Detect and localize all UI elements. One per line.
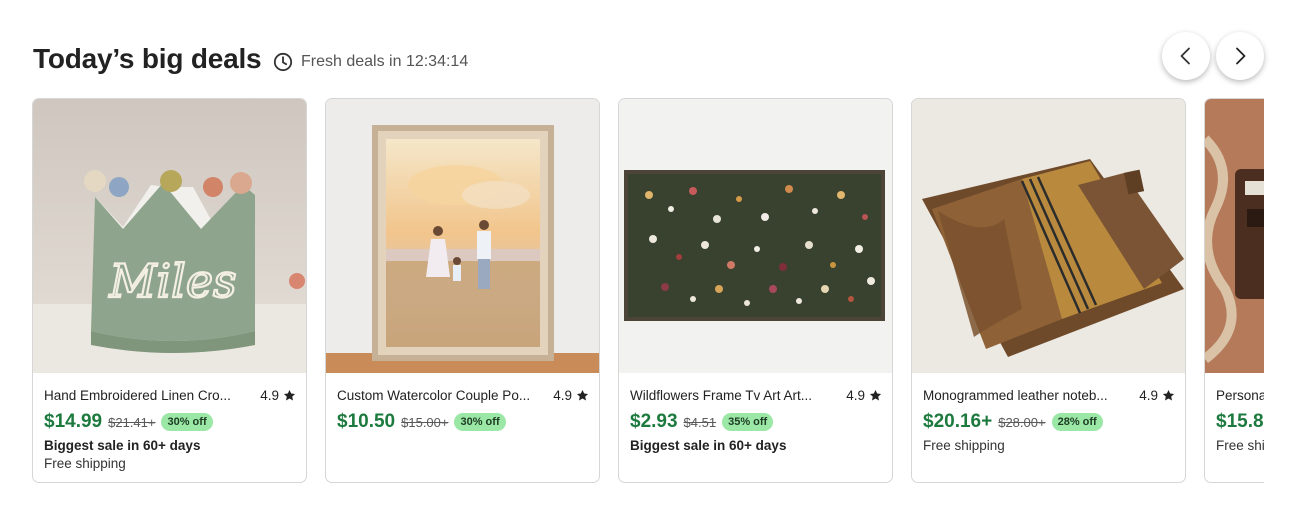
original-price: $15.00+ xyxy=(401,414,449,430)
discount-badge: 28% off xyxy=(1051,413,1103,431)
sale-price: $10.50 xyxy=(337,411,396,432)
wildflowers-art-image xyxy=(619,99,892,373)
star-icon xyxy=(869,389,882,400)
product-image xyxy=(619,99,892,373)
image-embroidery-text: Miles xyxy=(108,254,236,308)
original-price: $4.51 xyxy=(683,414,717,430)
leather-notebook-image xyxy=(912,99,1185,373)
product-image xyxy=(326,99,599,373)
shipping-info: Free shipping xyxy=(923,438,1005,453)
clock-icon xyxy=(273,52,293,72)
sale-price: $20.16+ xyxy=(923,411,993,432)
timer-text: Fresh deals in 12:34:14 xyxy=(301,53,469,70)
product-card[interactable]: Monogrammed leather noteb... 4.9 $20.16+… xyxy=(911,98,1186,483)
next-button[interactable] xyxy=(1216,32,1264,80)
rating-value: 4.9 xyxy=(553,387,572,403)
product-title[interactable]: Persona xyxy=(1216,388,1264,403)
product-card[interactable]: Wildflowers Frame Tv Art Art... 4.9 $2.9… xyxy=(618,98,893,483)
rating-value: 4.9 xyxy=(846,387,865,403)
star-icon xyxy=(576,389,589,400)
leather-wallet-image xyxy=(1205,99,1264,373)
product-title[interactable]: Hand Embroidered Linen Cro... xyxy=(44,388,231,403)
rating: 4.9 xyxy=(1139,388,1175,403)
product-card[interactable]: Miles Hand Embroidered Linen Cro... 4.9 … xyxy=(32,98,307,483)
sale-note: Biggest sale in 60+ days xyxy=(630,438,787,453)
star-icon xyxy=(1162,389,1175,400)
rating: 4.9 xyxy=(553,388,589,403)
product-image xyxy=(912,99,1185,373)
shipping-info: Free shi xyxy=(1216,438,1264,453)
sale-note: Biggest sale in 60+ days xyxy=(44,438,201,453)
deals-carousel: Miles Hand Embroidered Linen Cro... 4.9 … xyxy=(32,98,1264,488)
product-title[interactable]: Monogrammed leather noteb... xyxy=(923,388,1108,403)
chevron-right-icon xyxy=(1236,47,1246,65)
shipping-info: Free shipping xyxy=(44,456,126,471)
rating: 4.9 xyxy=(260,388,296,403)
section-title: Today’s big deals xyxy=(33,43,262,74)
product-title[interactable]: Custom Watercolor Couple Po... xyxy=(337,388,530,403)
crown-image: Miles xyxy=(33,99,306,373)
product-card[interactable]: Custom Watercolor Couple Po... 4.9 $10.5… xyxy=(325,98,600,483)
sale-price: $15.8 xyxy=(1216,411,1264,432)
sale-price: $14.99 xyxy=(44,411,103,432)
original-price: $28.00+ xyxy=(998,414,1046,430)
rating-value: 4.9 xyxy=(1139,387,1158,403)
rating-value: 4.9 xyxy=(260,387,279,403)
chevron-left-icon xyxy=(1180,47,1190,65)
product-card[interactable]: Persona $15.8 Free shi xyxy=(1204,98,1264,483)
star-icon xyxy=(283,389,296,400)
product-title[interactable]: Wildflowers Frame Tv Art Art... xyxy=(630,388,812,403)
product-image xyxy=(1205,99,1264,373)
original-price: $21.41+ xyxy=(108,414,156,430)
discount-badge: 30% off xyxy=(454,413,506,431)
discount-badge: 35% off xyxy=(722,413,774,431)
deals-timer: Fresh deals in 12:34:14 xyxy=(273,52,468,72)
watercolor-frame-image xyxy=(326,99,599,373)
discount-badge: 30% off xyxy=(161,413,213,431)
rating: 4.9 xyxy=(846,388,882,403)
product-image: Miles xyxy=(33,99,306,373)
sale-price: $2.93 xyxy=(630,411,678,432)
previous-button[interactable] xyxy=(1162,32,1210,80)
